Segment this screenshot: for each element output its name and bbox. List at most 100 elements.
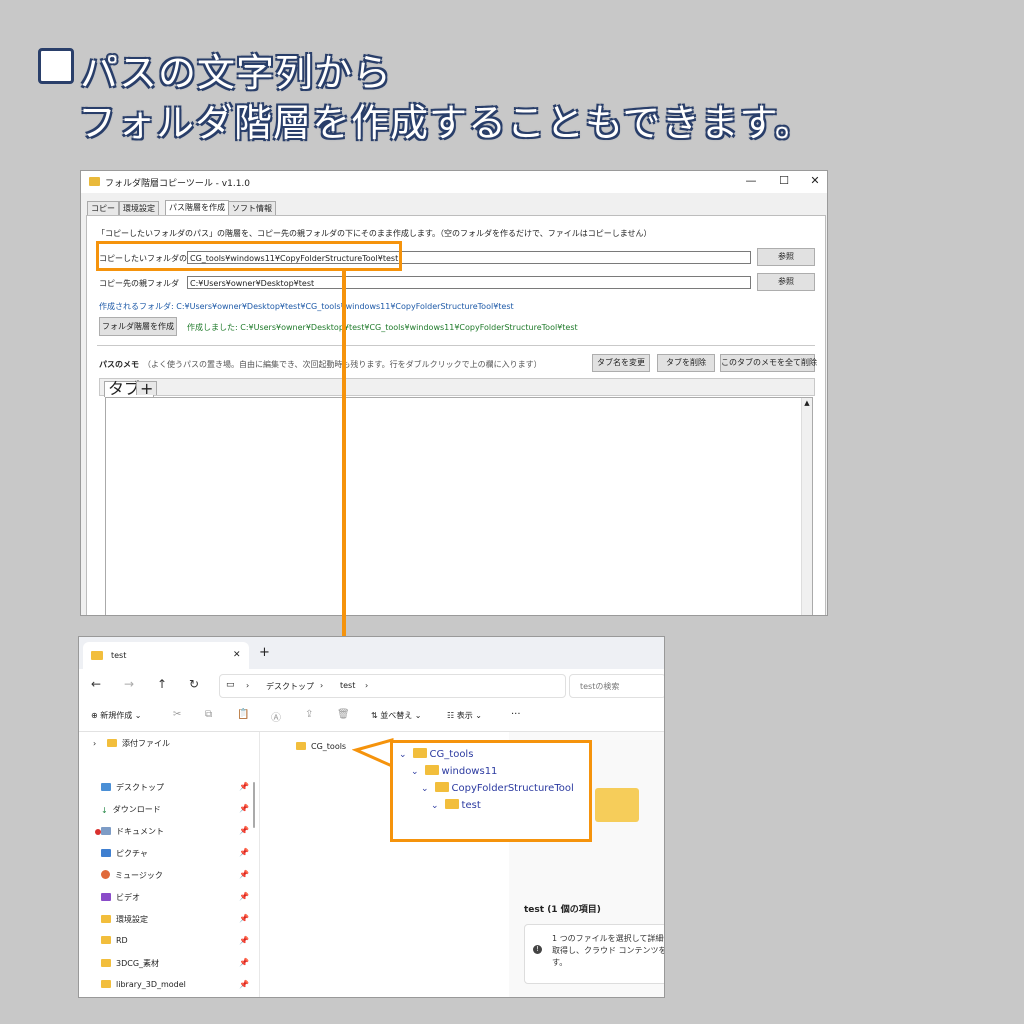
window-title: フォルダ階層コピーツール - v1.1.0	[105, 179, 251, 189]
scroll-up-icon[interactable]: ▲	[802, 398, 812, 408]
memo-textarea[interactable]: ▲	[105, 397, 813, 615]
sidebar-item-3dcg[interactable]: 3DCG_素材	[101, 958, 159, 969]
refresh-icon[interactable]: ↻	[189, 677, 199, 691]
memo-tab-strip: タブ1 +	[99, 378, 815, 397]
tab-panel: 「コピーしたいフォルダのパス」の階層を、コピー先の親フォルダの下にそのまま作成し…	[86, 215, 826, 615]
pin-icon[interactable]: 📌	[239, 826, 249, 835]
close-button[interactable]: ✕	[805, 174, 825, 187]
pin-icon[interactable]: 📌	[239, 892, 249, 901]
pin-icon[interactable]: 📌	[239, 914, 249, 923]
back-arrow-icon[interactable]: ←	[91, 677, 101, 691]
desktop-icon	[101, 783, 111, 791]
up-arrow-icon[interactable]: ↑	[157, 677, 167, 691]
copy-icon[interactable]: ⧉	[205, 709, 212, 720]
chevron-right-icon[interactable]: ›	[93, 739, 96, 748]
close-tab-icon[interactable]: ✕	[233, 650, 241, 660]
sidebar-item-documents[interactable]: ドキュメント	[101, 826, 164, 837]
sort-icon: ⇅	[371, 711, 378, 720]
tree-node-cg-tools[interactable]: ⌄ CG_tools	[399, 748, 473, 760]
paste-icon[interactable]: 📋	[237, 709, 249, 720]
navigation-bar: ← → ↑ ↻ ▭ › デスクトップ › test › testの検索	[79, 669, 664, 702]
app-window: フォルダ階層コピーツール - v1.1.0 — ☐ ✕ コピー 環境設定 パス階…	[80, 170, 828, 616]
folder-icon	[101, 980, 111, 988]
sidebar-item-settings[interactable]: 環境設定	[101, 914, 148, 925]
chevron-right-icon: ›	[365, 681, 369, 690]
delete-all-memo-button[interactable]: このタブのメモを全て削除	[720, 354, 817, 372]
search-placeholder: testの検索	[580, 682, 620, 691]
explorer-tab-test[interactable]: test ✕	[83, 642, 249, 669]
pin-icon[interactable]: 📌	[239, 936, 249, 945]
music-icon	[101, 870, 110, 879]
breadcrumb-test[interactable]: test	[340, 681, 355, 690]
pin-icon[interactable]: 📌	[239, 870, 249, 879]
chevron-right-icon: ›	[246, 681, 250, 690]
pin-icon[interactable]: 📌	[239, 980, 249, 989]
sidebar-item-videos[interactable]: ビデオ	[101, 892, 140, 903]
description-text: 「コピーしたいフォルダのパス」の階層を、コピー先の親フォルダの下にそのまま作成し…	[97, 229, 652, 238]
folder-icon	[296, 742, 306, 750]
scrollbar[interactable]	[253, 782, 255, 828]
heading-line-1: パスの文字列から	[80, 51, 393, 95]
sidebar-item-pictures[interactable]: ピクチャ	[101, 848, 148, 859]
new-button[interactable]: ⊕ 新規作成 ⌄	[91, 710, 142, 721]
sort-button[interactable]: ⇅ 並べ替え ⌄	[371, 710, 422, 721]
share-icon[interactable]: ⇪	[305, 709, 313, 720]
forward-arrow-icon[interactable]: →	[124, 677, 134, 691]
pin-icon[interactable]: 📌	[239, 848, 249, 857]
address-bar[interactable]: ▭ › デスクトップ › test ›	[219, 674, 566, 698]
sidebar-item-music[interactable]: ミュージック	[101, 870, 163, 881]
details-info-box: ! 1 つのファイルを選択して詳細情 取得し、クラウド コンテンツを共 す。	[524, 924, 664, 984]
pin-icon[interactable]: 📌	[239, 782, 249, 791]
browse-dest-button[interactable]: 参照	[757, 273, 815, 291]
browse-source-button[interactable]: 参照	[757, 248, 815, 266]
tree-node-copyfolderstructuretool[interactable]: ⌄ CopyFolderStructureTool	[421, 782, 574, 794]
sidebar-item-desktop[interactable]: デスクトップ	[101, 782, 164, 793]
folder-icon	[101, 936, 111, 944]
search-input[interactable]: testの検索	[569, 674, 664, 698]
tab-create-path[interactable]: パス階層を作成	[165, 200, 229, 216]
tab-settings[interactable]: 環境設定	[119, 201, 159, 215]
maximize-button[interactable]: ☐	[774, 174, 794, 187]
pin-icon[interactable]: 📌	[239, 804, 249, 813]
details-title: test (1 個の項目)	[524, 905, 601, 915]
sidebar-item-attachments[interactable]: 添付ファイル	[107, 738, 170, 749]
sidebar-item-downloads[interactable]: ↓ ダウンロード	[101, 804, 161, 815]
rename-icon[interactable]: Ⓐ	[271, 709, 281, 724]
delete-tab-button[interactable]: タブを削除	[657, 354, 715, 372]
more-options-icon[interactable]: ···	[511, 709, 521, 720]
folder-icon	[434, 782, 449, 792]
tree-node-test[interactable]: ⌄ test	[431, 799, 481, 811]
view-button[interactable]: ☷ 表示 ⌄	[447, 710, 482, 721]
delete-icon[interactable]: 🗑	[337, 709, 350, 720]
new-tab-button[interactable]: +	[259, 645, 270, 660]
title-bar: フォルダ階層コピーツール - v1.1.0 — ☐ ✕	[81, 171, 827, 193]
folder-icon	[412, 748, 427, 758]
minimize-button[interactable]: —	[741, 174, 761, 187]
tree-node-windows11[interactable]: ⌄ windows11	[411, 765, 497, 777]
tab-software-info[interactable]: ソフト情報	[228, 201, 276, 215]
result-text: 作成しました: C:¥Users¥owner¥Desktop¥test¥CG_t…	[187, 323, 578, 332]
view-icon: ☷	[447, 711, 455, 720]
sort-label: 並べ替え	[380, 711, 413, 720]
folder-icon	[424, 765, 439, 775]
tab-copy[interactable]: コピー	[87, 201, 119, 215]
dest-folder-input[interactable]: C:¥Users¥owner¥Desktop¥test	[187, 276, 751, 289]
video-icon	[101, 893, 111, 901]
breadcrumb-desktop[interactable]: デスクトップ	[266, 681, 314, 692]
scrollbar[interactable]: ▲	[801, 398, 812, 615]
chevron-down-icon: ⌄	[421, 784, 429, 794]
cut-icon[interactable]: ✂	[173, 709, 181, 720]
sidebar-item-library[interactable]: library_3D_model	[101, 980, 186, 989]
list-item[interactable]: CG_tools	[296, 742, 346, 751]
plus-circle-icon: ⊕	[91, 711, 98, 720]
create-folders-button[interactable]: フォルダ階層を作成	[99, 317, 177, 336]
view-label: 表示	[456, 711, 473, 720]
document-icon	[101, 827, 111, 835]
download-icon: ↓	[101, 806, 108, 815]
pin-icon[interactable]: 📌	[239, 958, 249, 967]
folder-tree-callout: ⌄ CG_tools ⌄ windows11 ⌄ CopyFolderStructur…	[390, 740, 592, 842]
memo-add-tab[interactable]: +	[136, 381, 158, 397]
rename-tab-button[interactable]: タブ名を変更	[592, 354, 650, 372]
sidebar-item-rd[interactable]: RD	[101, 936, 128, 945]
chevron-down-icon: ⌄	[431, 801, 439, 811]
